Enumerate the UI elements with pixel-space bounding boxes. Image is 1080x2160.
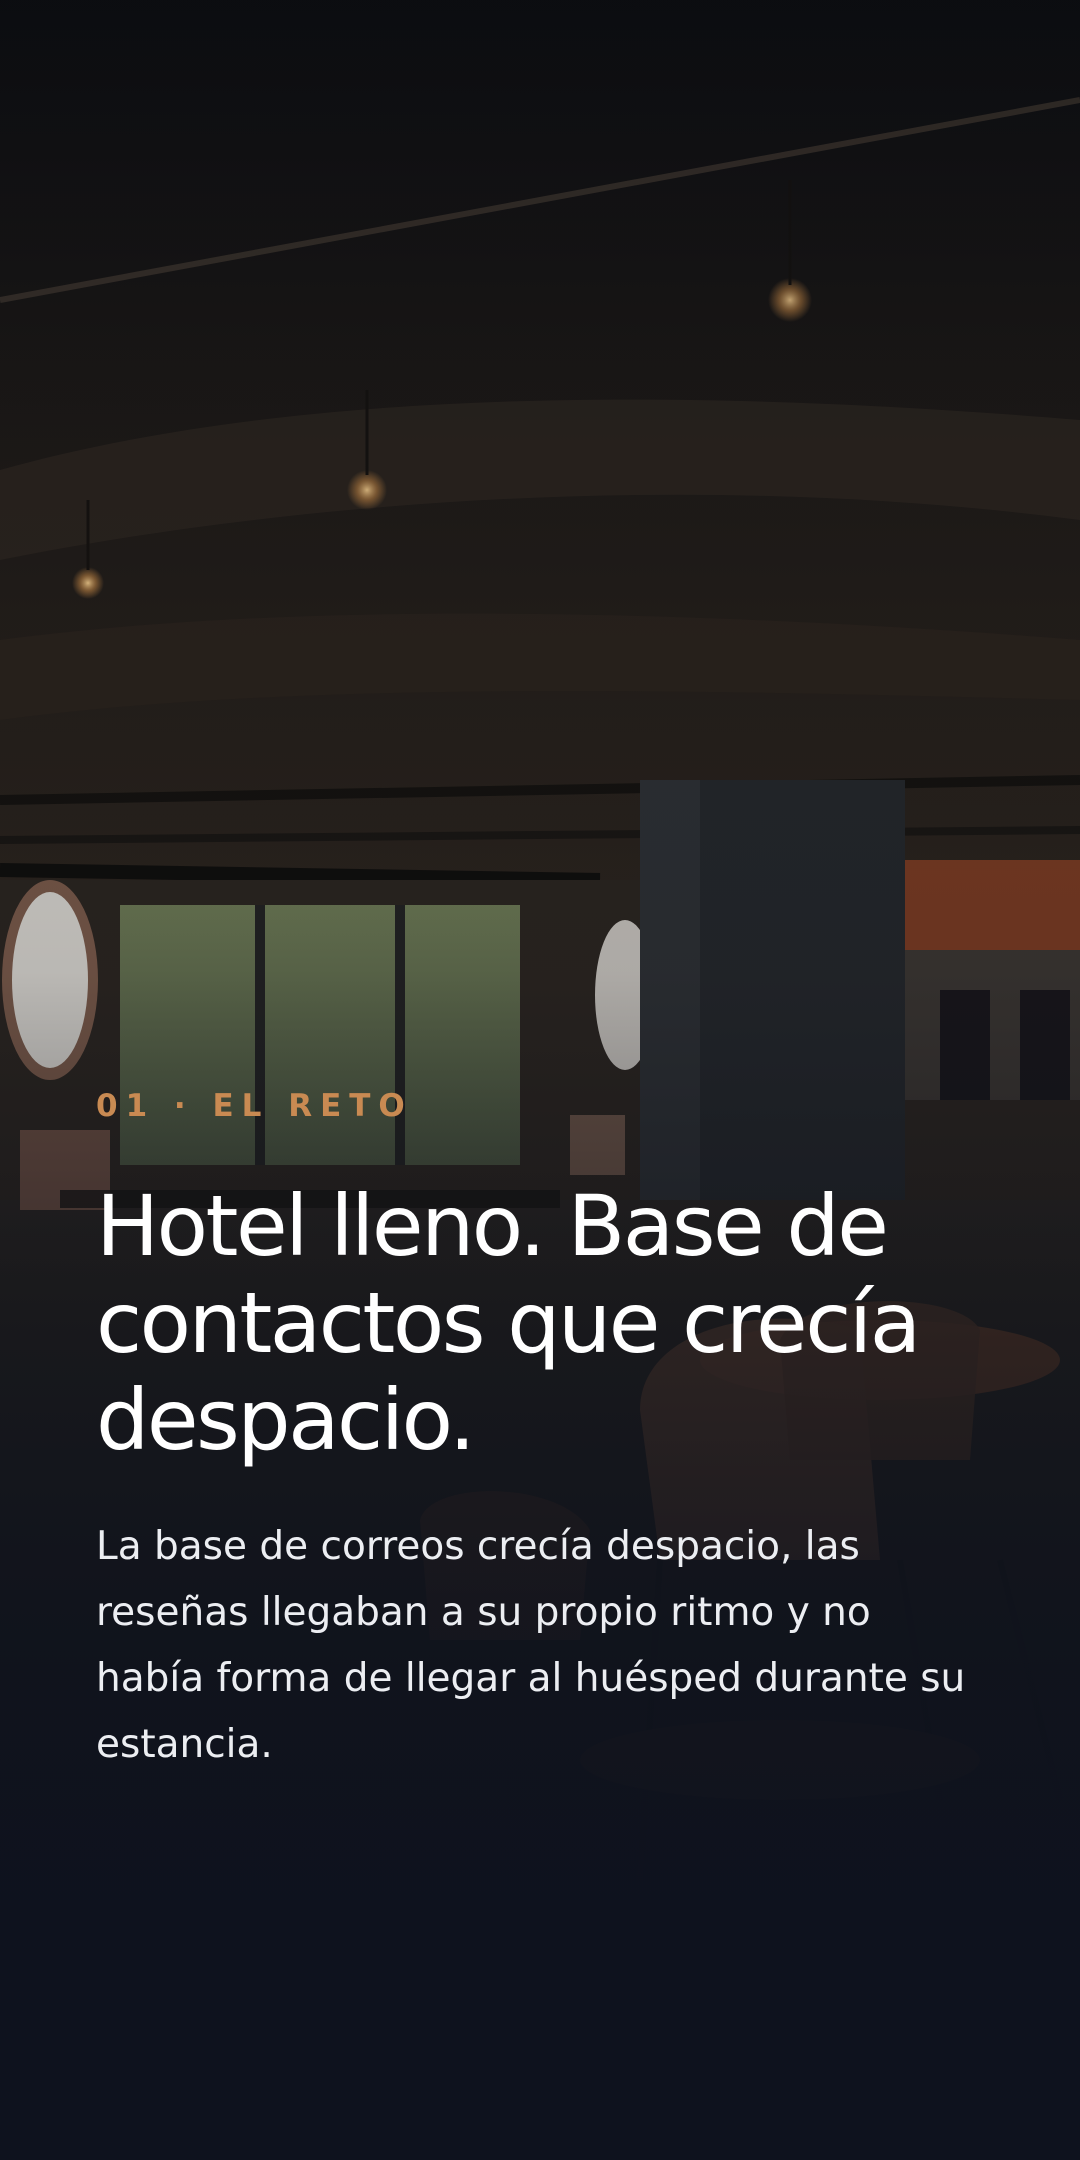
dark-overlay bbox=[0, 0, 1080, 2160]
challenge-section: 01 · EL RETO Hotel lleno. Base de contac… bbox=[96, 1086, 996, 1778]
section-body: La base de correos crecía despacio, las … bbox=[96, 1524, 966, 1767]
section-headline: Hotel lleno. Base de contactos que crecí… bbox=[96, 1177, 921, 1469]
section-eyebrow: 01 · EL RETO bbox=[96, 1088, 413, 1124]
screen: 01 · EL RETO Hotel lleno. Base de contac… bbox=[0, 0, 1080, 2160]
